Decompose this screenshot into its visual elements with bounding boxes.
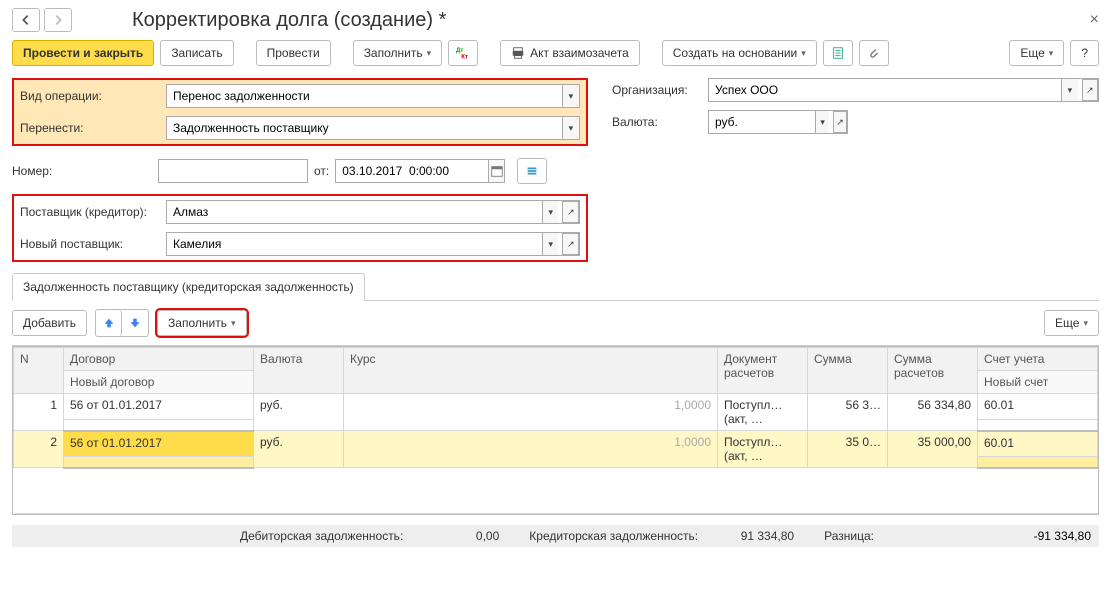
from-label: от: [314,164,329,178]
list-icon [525,164,539,178]
transfer-label: Перенести: [20,121,160,135]
col-sum-settle[interactable]: Сумма расчетов [888,348,978,394]
submit-close-button[interactable]: Провести и закрыть [12,40,154,66]
add-row-button[interactable]: Добавить [12,310,87,336]
tab-debt[interactable]: Задолженность поставщику (кредиторская з… [12,273,365,301]
date-field[interactable] [336,160,488,182]
transfer-field[interactable] [167,117,562,139]
move-down-button[interactable] [122,310,148,336]
chevron-down-icon: ▾ [231,318,236,329]
grid-more-label: Еще [1055,316,1079,330]
diff-label: Разница: [824,529,874,543]
currency-field[interactable] [709,111,815,133]
grid-fill-button[interactable]: Заполнить ▾ [157,310,246,336]
page-title: Корректировка долга (создание) * [132,9,446,32]
move-up-button[interactable] [96,310,122,336]
col-n[interactable]: N [14,348,64,394]
transfer-dropdown[interactable]: ▾ [562,117,579,139]
credit-label: Кредиторская задолженность: [529,529,698,543]
org-open[interactable]: ↗ [1082,79,1098,101]
col-new-contract[interactable]: Новый договор [64,371,254,394]
chevron-down-icon: ▾ [1049,48,1054,59]
grid-fill-label: Заполнить [168,316,227,330]
arrow-up-icon [102,316,116,330]
org-field[interactable] [709,79,1061,101]
post-button[interactable]: Провести [256,40,331,66]
org-dropdown[interactable]: ▾ [1061,79,1077,101]
calendar-icon[interactable] [488,160,504,182]
diff-value: -91 334,80 [1001,529,1091,543]
more-button[interactable]: Еще ▾ [1009,40,1064,66]
col-account[interactable]: Счет учета [978,348,1098,371]
list-button[interactable] [517,158,547,184]
table-row[interactable]: 1 56 от 01.01.2017 руб. 1,0000 Поступл… … [14,394,1098,420]
dt-kt-button[interactable]: ДтКт [448,40,478,66]
chevron-down-icon: ▾ [1083,318,1088,329]
col-contract[interactable]: Договор [64,348,254,371]
create-based-label: Создать на основании [673,46,798,60]
close-icon[interactable]: × [1090,11,1099,29]
col-doc[interactable]: Документ расчетов [718,348,808,394]
new-supplier-field[interactable] [167,233,542,255]
chevron-down-icon: ▾ [801,48,806,59]
col-rate[interactable]: Курс [344,348,718,394]
more-button-label: Еще [1020,46,1044,60]
col-currency[interactable]: Валюта [254,348,344,394]
printer-icon [511,46,525,60]
act-button[interactable]: Акт взаимозачета [500,40,640,66]
svg-text:Кт: Кт [461,53,468,60]
supplier-dropdown[interactable]: ▾ [542,201,558,223]
col-sum[interactable]: Сумма [808,348,888,394]
number-label: Номер: [12,164,152,178]
debit-value: 0,00 [409,529,499,543]
nav-forward-button[interactable] [44,8,72,32]
table-row[interactable]: 2 56 от 01.01.2017 руб. 1,0000 Поступл… … [14,431,1098,457]
help-button[interactable]: ? [1070,40,1099,66]
number-field[interactable] [159,160,307,182]
nav-back-button[interactable] [12,8,40,32]
currency-label: Валюта: [612,115,702,129]
credit-value: 91 334,80 [704,529,794,543]
grid-more-button[interactable]: Еще ▾ [1044,310,1099,336]
currency-dropdown[interactable]: ▾ [815,111,829,133]
report-button[interactable] [823,40,853,66]
create-based-button[interactable]: Создать на основании ▾ [662,40,817,66]
op-type-label: Вид операции: [20,89,160,103]
new-supplier-open[interactable]: ↗ [562,233,579,255]
attach-button[interactable] [859,40,889,66]
chevron-down-icon: ▾ [427,48,432,59]
new-supplier-label: Новый поставщик: [20,237,160,251]
save-button[interactable]: Записать [160,40,233,66]
fill-button[interactable]: Заполнить ▾ [353,40,442,66]
supplier-field[interactable] [167,201,542,223]
op-type-dropdown[interactable]: ▾ [562,85,579,107]
arrow-down-icon [128,316,142,330]
supplier-open[interactable]: ↗ [562,201,579,223]
col-new-account[interactable]: Новый счет [978,371,1098,394]
act-button-label: Акт взаимозачета [530,46,629,60]
fill-button-label: Заполнить [364,46,423,60]
debit-label: Дебиторская задолженность: [240,529,403,543]
footer-summary: Дебиторская задолженность: 0,00 Кредитор… [12,525,1099,547]
debt-table: N Договор Валюта Курс Документ расчетов … [13,347,1098,514]
supplier-label: Поставщик (кредитор): [20,205,160,219]
new-supplier-dropdown[interactable]: ▾ [542,233,558,255]
op-type-field[interactable] [167,85,562,107]
currency-open[interactable]: ↗ [833,111,847,133]
org-label: Организация: [612,83,702,97]
paperclip-icon [867,46,881,60]
